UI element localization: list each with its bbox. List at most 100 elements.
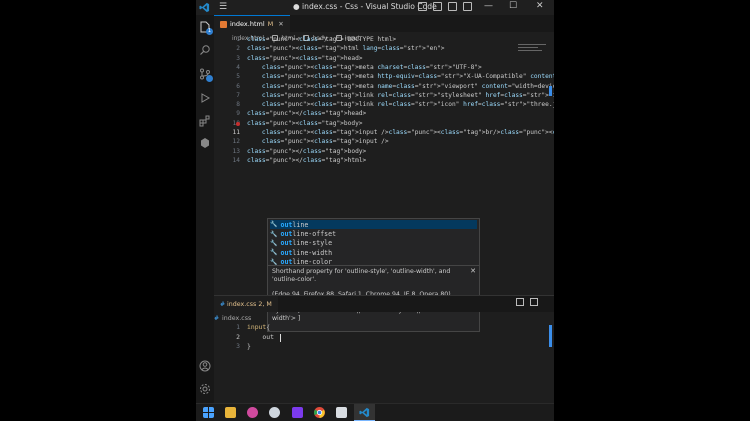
close-button[interactable]: ✕	[536, 1, 544, 11]
more-actions-icon[interactable]	[530, 298, 538, 306]
toggle-sidebar-icon[interactable]	[418, 2, 427, 11]
suggestion-description: Shorthand property for 'outline-style', …	[272, 268, 451, 284]
breadcrumb-item[interactable]: index.css	[222, 315, 251, 322]
html-file-icon	[220, 20, 227, 28]
editor-group-actions	[516, 298, 538, 306]
node-icon[interactable]	[199, 137, 211, 149]
code-line: class="punc"><class="tag">input />class=…	[261, 129, 554, 136]
explorer-badge: 1	[206, 28, 213, 35]
code-line: class="punc"><class="tag">meta charset=c…	[261, 63, 482, 71]
app-icon[interactable]	[247, 407, 258, 418]
suggestion-item[interactable]: 🔧 outline	[270, 220, 477, 230]
tab-label: index.html	[230, 20, 265, 28]
tab-index-html[interactable]: index.html M ✕	[214, 15, 290, 32]
suggestion-match: out	[280, 230, 293, 239]
activity-bar: 1	[196, 15, 214, 403]
taskbar	[196, 403, 554, 421]
line-number: 5	[236, 73, 240, 81]
line-number: 1	[236, 36, 240, 43]
suggestion-label: outline	[280, 221, 308, 229]
line-number: 11	[232, 129, 240, 136]
code-line: class="punc"></class="tag">head>	[247, 110, 367, 118]
scm-badge	[206, 75, 213, 82]
close-details-icon[interactable]: ✕	[470, 267, 476, 275]
code-line: class="punc"><class="tag">meta name=clas…	[261, 82, 554, 90]
toggle-panel-icon[interactable]	[433, 2, 442, 11]
suggestion-item[interactable]: 🔧 outline-width	[270, 248, 477, 257]
line-number: 7	[236, 91, 240, 99]
line-number: 4	[236, 63, 240, 71]
suggestion-item[interactable]: 🔧 outline-offset	[270, 229, 477, 238]
suggestion-rest: line-style	[292, 239, 333, 248]
property-icon: 🔧	[270, 230, 278, 238]
line-number: 3	[236, 54, 240, 62]
windows-start-icon[interactable]	[203, 407, 214, 418]
suggestion-list: 🔧 outline 🔧 outline-offset 🔧 outline-style 🔧 ou…	[267, 218, 480, 267]
suggestion-label: outline-style	[280, 239, 332, 247]
media-icon[interactable]	[292, 407, 303, 418]
code-line: }	[247, 342, 251, 350]
line-number: 1	[236, 323, 240, 331]
code-line: class="punc"><class="tag">body>	[247, 119, 363, 127]
code-line: class="punc"><class="tag">link rel=class…	[261, 91, 554, 99]
line-number: 13	[232, 147, 240, 155]
suggestion-item[interactable]: 🔧 outline-style	[270, 239, 477, 248]
suggestion-rest: line	[292, 220, 309, 229]
suggestion-rest: line-offset	[292, 230, 337, 239]
modified-indicator: 2, M	[258, 300, 272, 308]
split-editor-icon[interactable]	[516, 298, 524, 306]
search-icon[interactable]	[199, 44, 211, 56]
vscode-icon[interactable]	[359, 407, 370, 418]
scrollbar-thumb[interactable]	[549, 325, 552, 347]
breakpoint-icon[interactable]	[236, 121, 240, 126]
suggestion-match: out	[280, 220, 293, 229]
suggestion-label: outline-offset	[280, 230, 336, 238]
menu-icon[interactable]: ☰	[219, 3, 227, 12]
editor-tabs-bottom: # index.css 2, M	[214, 296, 554, 312]
code-line: class="punc"></class="tag">html>	[247, 156, 367, 164]
minimap[interactable]	[518, 44, 550, 54]
chrome-icon[interactable]	[314, 407, 325, 418]
code-line: class="punc"><class="tag">!DOCTYPE html>	[247, 36, 397, 43]
suggestion-match: out	[280, 239, 293, 248]
tab-label: index.css	[227, 300, 257, 308]
line-number: 14	[232, 156, 240, 164]
notepad-icon[interactable]	[336, 407, 347, 418]
window-title: ● index.css - Css - Visual Studio Code	[293, 2, 437, 11]
css-file-icon: #	[220, 300, 226, 308]
vscode-logo-icon	[199, 2, 210, 13]
file-explorer-icon[interactable]	[225, 407, 236, 418]
extensions-icon[interactable]	[199, 115, 211, 127]
tab-index-css[interactable]: # index.css 2, M	[214, 296, 278, 312]
suggestion-rest: line-width	[292, 248, 333, 257]
property-icon: 🔧	[270, 239, 278, 247]
line-number: 3	[236, 342, 240, 350]
gear-icon[interactable]	[199, 383, 211, 395]
property-icon: 🔧	[270, 221, 278, 229]
tab-close-icon[interactable]: ✕	[278, 20, 283, 28]
code-line: out	[247, 332, 274, 341]
code-line: class="punc"></class="tag">body>	[247, 147, 367, 155]
line-number: 2	[236, 332, 240, 341]
breadcrumb-css: # index.css	[214, 313, 251, 323]
property-icon: 🔧	[270, 249, 278, 257]
code-line: class="punc"><class="tag">link rel=class…	[261, 101, 554, 109]
customize-layout-icon[interactable]	[463, 2, 472, 11]
minimize-button[interactable]: —	[484, 1, 493, 11]
scrollbar-thumb[interactable]	[549, 86, 552, 96]
suggestion-match: out	[280, 248, 293, 257]
line-number: 8	[236, 101, 240, 109]
line-number: 12	[232, 138, 240, 146]
code-line: class="punc"><class="tag">meta http-equi…	[261, 73, 554, 81]
maximize-button[interactable]: ☐	[509, 1, 517, 11]
toggle-secondary-sidebar-icon[interactable]	[448, 2, 457, 11]
run-debug-icon[interactable]	[199, 92, 211, 104]
title-bar: ☰ ● index.css - Css - Visual Studio Code…	[196, 0, 554, 15]
code-line: class="punc"><class="tag">head>	[247, 54, 363, 62]
text-cursor	[280, 333, 281, 342]
code-line: class="punc"><class="tag">input />	[261, 138, 389, 146]
account-icon[interactable]	[199, 360, 211, 372]
line-number: 2	[236, 45, 240, 53]
css-file-icon: #	[214, 314, 220, 322]
cloud-icon[interactable]	[269, 407, 280, 418]
